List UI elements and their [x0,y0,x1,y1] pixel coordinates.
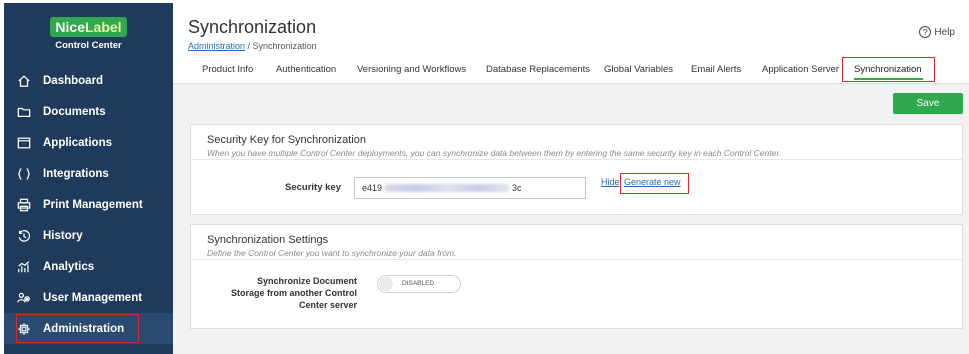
nicelabel-logo: NiceLabel [50,17,127,37]
tab-versioning-and-workflows[interactable]: Versioning and Workflows [357,58,466,82]
sidebar-item-label: Applications [43,136,113,149]
sidebar-item-label: Analytics [43,260,95,273]
sidebar-item-label: Administration [43,322,125,335]
folder-icon [16,104,32,120]
home-icon [16,73,32,89]
tab-bar: Product Info Authentication Versioning a… [173,57,969,84]
window-icon [16,135,32,151]
sidebar-item-integrations[interactable]: Integrations [4,158,173,189]
sidebar-item-label: Documents [43,105,106,118]
page-title: Synchronization [188,17,317,37]
history-icon [16,228,32,244]
users-icon [16,290,32,306]
sidebar-item-analytics[interactable]: Analytics [4,251,173,282]
security-key-prefix: e419 [362,183,383,193]
sidebar-item-print-management[interactable]: Print Management [4,189,173,220]
security-key-card-title: Security Key for Synchronization [207,134,366,146]
sidebar-item-administration[interactable]: Administration [4,313,173,344]
security-key-suffix: 3c [512,183,522,193]
help-button[interactable]: ? Help [919,26,955,38]
sync-settings-card-header: Synchronization Settings Define the Cont… [191,225,962,260]
logo-label-text: Label [85,19,122,35]
toggle-knob [379,277,393,291]
logo-area: NiceLabel Control Center [4,3,173,65]
sidebar-item-history[interactable]: History [4,220,173,251]
save-button[interactable]: Save [893,93,963,114]
security-key-card-description: When you have multiple Control Center de… [207,148,782,158]
security-key-label: Security key [285,182,341,193]
main-content: Save Security Key for Synchronization Wh… [173,84,969,354]
hide-key-link[interactable]: Hide [601,177,620,187]
logo-nice-text: Nice [55,19,85,35]
sync-settings-card-description: Define the Control Center you want to sy… [207,248,457,258]
sidebar-item-label: Dashboard [43,74,104,87]
sidebar-item-documents[interactable]: Documents [4,96,173,127]
breadcrumb-current: Synchronization [252,41,317,51]
braces-icon [16,166,32,182]
breadcrumb-separator: / [245,41,253,51]
sidebar: NiceLabel Control Center Dashboard Docum… [4,3,173,354]
help-label: Help [934,26,955,38]
printer-icon [16,197,32,213]
breadcrumb-administration-link[interactable]: Administration [188,41,245,51]
logo-subtitle: Control Center [55,40,122,51]
sync-document-storage-toggle[interactable]: DISABLED [377,275,461,293]
sidebar-item-label: History [43,229,83,242]
page-header: Synchronization Administration / Synchro… [173,3,969,58]
sync-settings-card-title: Synchronization Settings [207,234,329,246]
toggle-state-label: DISABLED [402,280,435,287]
security-key-card-header: Security Key for Synchronization When yo… [191,125,962,160]
security-key-card: Security Key for Synchronization When yo… [190,124,963,215]
sidebar-item-label: Integrations [43,167,109,180]
tab-application-server[interactable]: Application Server [762,58,839,82]
sync-settings-card: Synchronization Settings Define the Cont… [190,224,963,329]
sidebar-item-label: Print Management [43,198,143,211]
sidebar-item-applications[interactable]: Applications [4,127,173,158]
security-key-input[interactable]: e419 3c [354,177,586,199]
tab-email-alerts[interactable]: Email Alerts [691,58,741,82]
sidebar-item-user-management[interactable]: User Management [4,282,173,313]
sidebar-item-label: User Management [43,291,143,304]
sync-document-storage-label: Synchronize Document Storage from anothe… [230,276,357,310]
analytics-icon [16,259,32,275]
tab-product-info[interactable]: Product Info [202,58,253,82]
help-icon: ? [919,26,932,38]
tab-global-variables[interactable]: Global Variables [604,58,673,82]
breadcrumb: Administration / Synchronization [188,41,317,51]
generate-new-highlight-box [620,173,689,194]
tab-authentication[interactable]: Authentication [276,58,336,82]
security-key-masked [384,184,511,192]
gear-icon [16,321,32,337]
sidebar-item-dashboard[interactable]: Dashboard [4,65,173,96]
tab-highlight-box [842,57,935,82]
tab-database-replacements[interactable]: Database Replacements [486,58,590,82]
